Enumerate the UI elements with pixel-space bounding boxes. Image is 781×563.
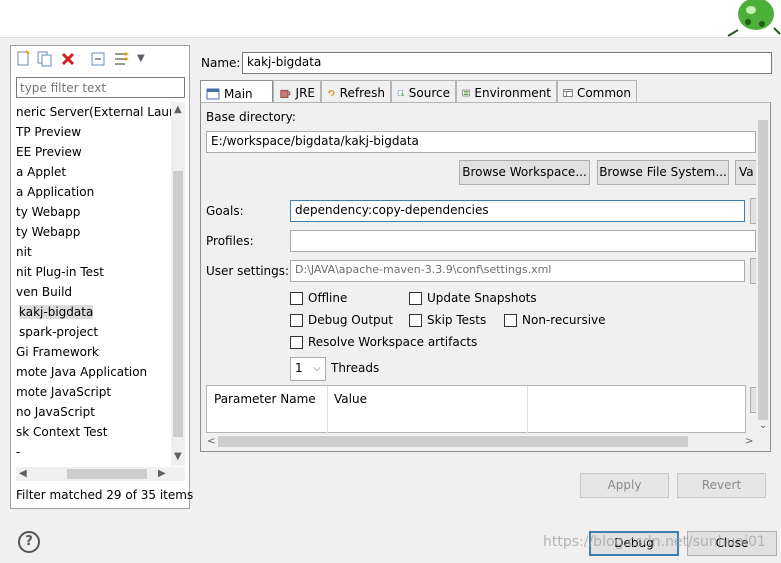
list-item[interactable]: ty Webapp (16, 222, 171, 242)
list-item[interactable]: ven Build (16, 282, 171, 302)
debug-output-checkbox[interactable]: Debug Output (290, 313, 393, 327)
collapse-all-icon[interactable] (89, 50, 107, 68)
revert-button[interactable]: Revert (677, 473, 766, 498)
profiles-label: Profiles: (206, 234, 254, 248)
launch-config-tree-panel: ▼ neric Server(External Launcher) TP Pre… (10, 45, 194, 509)
filter-configs-icon[interactable] (113, 50, 131, 68)
watermark: https://blog.csdn.net/sunhuai01 (543, 534, 766, 550)
list-item[interactable]: spark-project (16, 322, 171, 342)
variables-button[interactable]: Va (735, 160, 757, 185)
panel-vertical-scroll-thumb[interactable] (758, 120, 768, 420)
delete-config-icon[interactable] (59, 50, 77, 68)
debug-output-checkbox-box[interactable] (290, 313, 303, 327)
tab-source[interactable]: Source (391, 80, 456, 102)
list-item[interactable]: neric Server(External Launcher) (16, 102, 171, 122)
update-snapshots-checkbox[interactable]: Update Snapshots (409, 291, 537, 305)
value-column-header[interactable]: Value (334, 392, 367, 406)
goals-label: Goals: (206, 204, 244, 218)
panel-scroll-left-icon[interactable]: < (207, 436, 215, 447)
source-tab-icon (397, 89, 405, 97)
scroll-left-icon[interactable]: ◀ (19, 468, 27, 479)
config-tree-list: neric Server(External Launcher) TP Previ… (16, 102, 171, 462)
non-recursive-checkbox-box[interactable] (504, 313, 517, 327)
threads-dropdown-icon[interactable]: ⌵ (313, 363, 321, 374)
debug-bug-icon (727, 0, 781, 37)
list-item[interactable]: nit Plug-in Test (16, 262, 171, 282)
list-item[interactable]: EE Preview (16, 142, 171, 162)
view-menu-dropdown-icon[interactable]: ▼ (137, 53, 155, 71)
column-divider (527, 386, 528, 434)
tree-horizontal-scroll-thumb[interactable] (67, 469, 147, 479)
scroll-down-icon[interactable]: ▼ (174, 451, 182, 462)
tab-common[interactable]: Common (557, 80, 637, 102)
environment-tab-icon (462, 89, 471, 97)
profiles-field[interactable] (290, 230, 756, 252)
threads-label: Threads (331, 361, 380, 375)
jre-tab-icon (280, 89, 291, 98)
resolve-workspace-checkbox-box[interactable] (290, 335, 303, 349)
list-item[interactable]: mote JavaScript (16, 382, 171, 402)
user-settings-label: User settings: (206, 264, 290, 278)
tab-environment[interactable]: Environment (456, 80, 557, 102)
list-item-selected[interactable]: kakj-bigdata (16, 302, 171, 322)
resolve-workspace-checkbox[interactable]: Resolve Workspace artifacts (290, 335, 477, 349)
list-item[interactable]: nit (16, 242, 171, 262)
column-divider (327, 386, 328, 434)
panel-horizontal-scroll-thumb[interactable] (218, 436, 688, 447)
list-item[interactable]: Gi Framework (16, 342, 171, 362)
list-item[interactable]: mote Java Application (16, 362, 171, 382)
list-item[interactable]: TP Preview (16, 122, 171, 142)
config-name-input[interactable]: kakj-bigdata (242, 52, 772, 74)
skip-tests-checkbox-box[interactable] (409, 313, 422, 327)
parameter-name-column-header[interactable]: Parameter Name (214, 392, 316, 406)
tab-main[interactable]: Main (200, 80, 273, 103)
filter-input[interactable] (16, 77, 185, 98)
scroll-right-icon[interactable]: ▶ (158, 468, 166, 479)
list-item[interactable]: - (16, 442, 171, 462)
user-settings-field[interactable]: D:\JAVA\apache-maven-3.3.9\conf\settings… (290, 260, 745, 282)
refresh-tab-icon (328, 89, 335, 97)
parameters-table: Parameter Name Value (206, 385, 746, 434)
browse-file-system-button[interactable]: Browse File System... (597, 160, 729, 185)
list-item[interactable]: no JavaScript (16, 402, 171, 422)
panel-scroll-right-icon[interactable]: > (745, 436, 753, 447)
goals-field[interactable]: dependency:copy-dependencies (290, 200, 745, 222)
tree-vertical-scroll-thumb[interactable] (173, 171, 183, 437)
duplicate-config-icon[interactable] (36, 50, 54, 68)
list-item[interactable]: a Applet (16, 162, 171, 182)
tab-jre[interactable]: JRE (273, 80, 321, 102)
list-item[interactable]: a Application (16, 182, 171, 202)
tab-refresh[interactable]: Refresh (321, 80, 391, 102)
skip-tests-checkbox[interactable]: Skip Tests (409, 313, 486, 327)
offline-checkbox[interactable]: Offline (290, 291, 347, 305)
list-item[interactable]: sk Context Test (16, 422, 171, 442)
base-directory-field[interactable]: E:/workspace/bigdata/kakj-bigdata (206, 131, 756, 153)
update-snapshots-checkbox-box[interactable] (409, 291, 422, 305)
filter-status: Filter matched 29 of 35 items (16, 488, 194, 502)
non-recursive-checkbox[interactable]: Non-recursive (504, 313, 606, 327)
panel-scroll-down-icon[interactable]: ⌄ (759, 420, 767, 431)
base-directory-label: Base directory: (206, 110, 296, 124)
common-tab-icon (563, 89, 573, 97)
apply-button[interactable]: Apply (580, 473, 669, 498)
threads-select[interactable]: 1 ⌵ (290, 357, 326, 381)
name-label: Name: (201, 56, 241, 70)
dialog-header (0, 0, 781, 38)
scroll-up-icon[interactable]: ▲ (174, 104, 182, 115)
browse-workspace-button[interactable]: Browse Workspace... (459, 160, 590, 185)
list-item[interactable]: ty Webapp (16, 202, 171, 222)
config-tabs: Main JRE Refresh Source Environment Comm… (200, 80, 771, 103)
main-tab-icon (206, 88, 220, 99)
offline-checkbox-box[interactable] (290, 291, 303, 305)
help-icon[interactable]: ? (18, 531, 40, 553)
new-config-icon[interactable] (15, 50, 33, 68)
